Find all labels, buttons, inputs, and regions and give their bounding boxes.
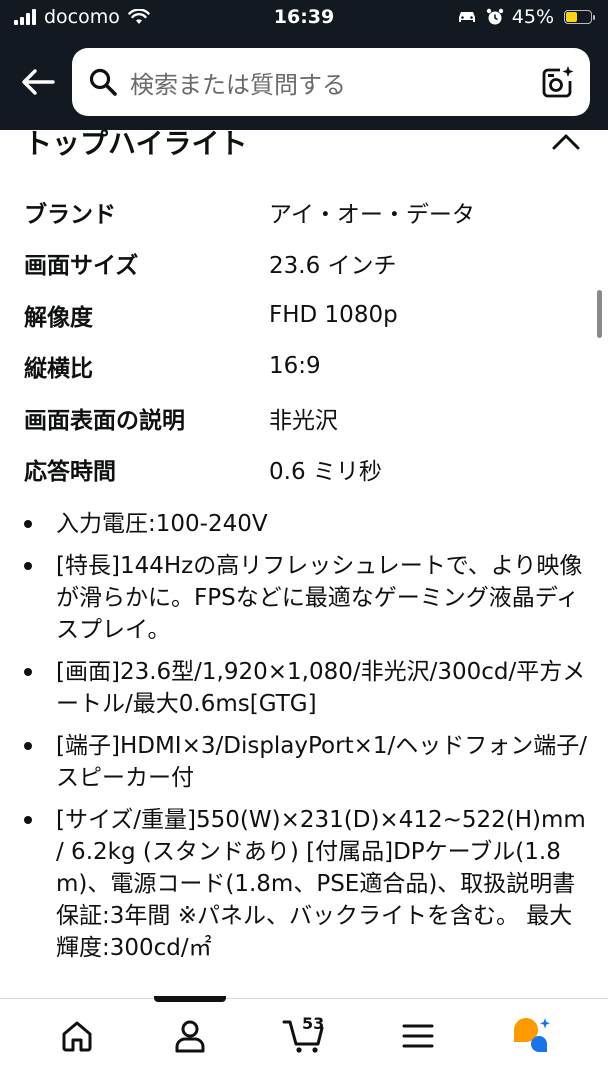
cellular-signal-icon xyxy=(14,9,36,25)
wifi-icon xyxy=(128,9,150,24)
spec-label: 解像度 xyxy=(24,304,93,331)
list-item: 入力電圧:100-240V xyxy=(24,508,590,540)
nav-home[interactable] xyxy=(37,1004,117,1068)
bullet-dot xyxy=(24,508,56,540)
bullet-dot xyxy=(24,804,56,964)
cart-count-badge: 53 xyxy=(301,1013,325,1033)
back-arrow-icon xyxy=(22,69,55,95)
status-right: 45% xyxy=(456,6,595,28)
car-icon xyxy=(458,12,475,22)
camera-search-icon[interactable] xyxy=(540,64,576,100)
carrier-name: docomo xyxy=(44,6,120,28)
account-icon xyxy=(175,1020,205,1052)
spec-value: 0.6 ミリ秒 xyxy=(269,459,382,486)
home-icon xyxy=(62,1021,92,1051)
back-button[interactable] xyxy=(18,62,58,102)
bullet-dot xyxy=(24,730,56,794)
list-item: [サイズ/重量]550(W)×231(D)×412~522(H)mm / 6.2… xyxy=(24,804,590,964)
search-input[interactable]: 検索または質問する xyxy=(130,65,540,100)
spec-label: 画面表面の説明 xyxy=(24,407,185,434)
spec-table: ブランド アイ・オー・データ 画面サイズ 23.6 インチ 解像度 FHD 10… xyxy=(24,186,584,495)
search-icon xyxy=(89,68,117,96)
chevron-up-icon[interactable] xyxy=(552,133,580,151)
status-bar: docomo 16:39 45% xyxy=(0,0,608,34)
spec-row-surface: 画面表面の説明 非光沢 xyxy=(24,392,584,444)
spec-row-screen-size: 画面サイズ 23.6 インチ xyxy=(24,238,584,290)
spec-value: 非光沢 xyxy=(269,407,338,434)
nav-account[interactable] xyxy=(150,995,230,1068)
list-item: [特長]144Hzの高リフレッシュレートで、より映像が滑らかに。FPSなどに最適… xyxy=(24,550,590,646)
list-item: [画面]23.6型/1,920×1,080/非光沢/300cd/平方メートル/最… xyxy=(24,656,590,720)
battery-fill xyxy=(566,12,577,22)
bottom-nav: 53 xyxy=(0,995,608,1080)
bullet-dot xyxy=(24,550,56,646)
status-left: docomo xyxy=(14,6,150,28)
spec-label: 画面サイズ xyxy=(24,253,139,280)
bullet-text: [画面]23.6型/1,920×1,080/非光沢/300cd/平方メートル/最… xyxy=(56,659,586,717)
battery-icon xyxy=(564,10,595,24)
top-highlights-header[interactable]: トップハイライト xyxy=(24,130,580,162)
spec-value: 16:9 xyxy=(269,353,321,380)
bullet-text: [サイズ/重量]550(W)×231(D)×412~522(H)mm / 6.2… xyxy=(56,807,586,961)
alarm-icon xyxy=(486,8,503,25)
bullet-text: [特長]144Hzの高リフレッシュレートで、より映像が滑らかに。FPSなどに最適… xyxy=(56,553,583,643)
nav-menu[interactable] xyxy=(378,1004,458,1068)
bullet-text: 入力電圧:100-240V xyxy=(56,511,268,537)
spec-row-resolution: 解像度 FHD 1080p xyxy=(24,289,584,341)
spec-label: ブランド xyxy=(24,201,116,228)
spec-label: 応答時間 xyxy=(24,459,116,486)
search-bar[interactable]: 検索または質問する xyxy=(72,48,590,116)
spec-value: FHD 1080p xyxy=(269,301,398,328)
spec-row-aspect-ratio: 縦横比 16:9 xyxy=(24,341,584,393)
nav-cart[interactable]: 53 xyxy=(264,1004,344,1068)
list-item: [端子]HDMI×3/DisplayPort×1/ヘッドフォン端子/スピーカー付 xyxy=(24,730,590,794)
spec-row-response-time: 応答時間 0.6 ミリ秒 xyxy=(24,444,584,496)
search-header: 検索または質問する xyxy=(0,34,608,130)
spec-row-brand: ブランド アイ・オー・データ xyxy=(24,186,584,238)
scrollbar[interactable] xyxy=(597,290,602,338)
menu-icon xyxy=(402,1024,434,1047)
bullet-text: [端子]HDMI×3/DisplayPort×1/ヘッドフォン端子/スピーカー付 xyxy=(56,733,588,791)
feature-bullets: 入力電圧:100-240V [特長]144Hzの高リフレッシュレートで、より映像… xyxy=(24,508,590,974)
rufus-assistant-icon xyxy=(514,1017,551,1052)
spec-value: アイ・オー・データ xyxy=(269,201,475,228)
spec-value: 23.6 インチ xyxy=(269,253,397,280)
bullet-dot xyxy=(24,656,56,720)
product-details: トップハイライト ブランド アイ・オー・データ 画面サイズ 23.6 インチ 解… xyxy=(0,130,608,998)
section-title: トップハイライト xyxy=(24,130,248,160)
spec-label: 縦横比 xyxy=(24,356,93,383)
battery-percent: 45% xyxy=(511,6,554,28)
nav-assistant[interactable] xyxy=(491,1004,571,1068)
